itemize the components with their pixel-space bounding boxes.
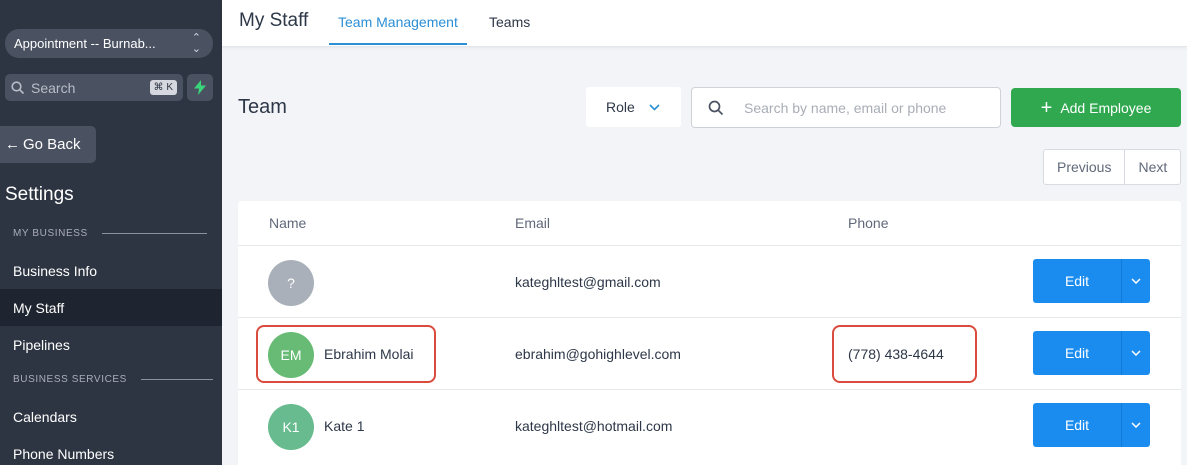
table-row[interactable]: ? kateghltest@gmail.com Edit: [238, 245, 1181, 317]
sidebar-item-phone-numbers[interactable]: Phone Numbers: [0, 435, 222, 465]
page-title: My Staff: [239, 10, 309, 31]
column-header-phone: Phone: [848, 215, 889, 231]
pagination: Previous Next: [1043, 149, 1182, 185]
search-icon: [708, 100, 724, 115]
section-divider: [140, 379, 213, 380]
edit-dropdown-toggle[interactable]: [1121, 259, 1150, 303]
settings-title: Settings: [5, 184, 74, 205]
section-my-business: MY BUSINESS: [13, 228, 207, 239]
sidebar-search[interactable]: Search ⌘ K: [5, 74, 183, 101]
section-business-services-label: BUSINESS SERVICES: [13, 374, 127, 385]
sidebar-item-label: My Staff: [13, 299, 65, 316]
sidebar-item-label: Phone Numbers: [13, 445, 115, 462]
add-employee-label: Add Employee: [1060, 99, 1152, 116]
table-row[interactable]: K1 Kate 1 kateghltest@hotmail.com Edit: [238, 389, 1181, 461]
staff-email: kateghltest@gmail.com: [515, 274, 661, 290]
table-row[interactable]: EM Ebrahim Molai ebrahim@gohighlevel.com…: [238, 317, 1181, 389]
team-search-input[interactable]: [744, 99, 984, 116]
sidebar-item-business-info[interactable]: Business Info: [0, 252, 222, 289]
go-back-label: Go Back: [23, 136, 81, 153]
column-header-email: Email: [515, 215, 551, 231]
name-highlight-annotation: [256, 325, 436, 383]
chevron-down-icon: [1131, 350, 1141, 356]
avatar-initials: K1: [282, 419, 300, 435]
sidebar-search-placeholder: Search: [31, 79, 76, 96]
sidebar-item-label: Pipelines: [13, 336, 70, 353]
chevron-down-icon: [1131, 422, 1141, 428]
staff-table: Name Email Phone ? kateghltest@gmail.com…: [238, 201, 1181, 465]
staff-name: Kate 1: [324, 418, 365, 434]
edit-button-group: Edit: [1033, 331, 1150, 375]
role-filter-dropdown[interactable]: Role: [586, 87, 681, 127]
avatar: K1: [268, 404, 314, 450]
sidebar-item-label: Calendars: [13, 408, 77, 425]
edit-dropdown-toggle[interactable]: [1121, 331, 1150, 375]
sidebar-item-my-staff[interactable]: My Staff: [0, 289, 222, 326]
lightning-icon: [194, 80, 206, 95]
chevron-up-down-icon: ⌃ ⌄: [191, 31, 201, 55]
role-filter-label: Role: [606, 99, 635, 115]
section-business-services: BUSINESS SERVICES: [13, 374, 213, 385]
team-search-field[interactable]: [691, 87, 1001, 128]
location-select-label: Appointment -- Burnab...: [14, 36, 156, 51]
edit-button[interactable]: Edit: [1033, 331, 1121, 375]
sidebar-item-calendars[interactable]: Calendars: [0, 398, 222, 435]
edit-dropdown-toggle[interactable]: [1121, 403, 1150, 447]
shortcut-badge: ⌘ K: [149, 80, 177, 95]
column-header-name: Name: [269, 215, 307, 231]
sidebar-item-label: Business Info: [13, 262, 98, 279]
team-heading: Team: [238, 96, 287, 118]
go-back-button[interactable]: ← Go Back: [0, 126, 96, 163]
section-my-business-label: MY BUSINESS: [13, 228, 88, 239]
chevron-down-icon: [649, 103, 660, 111]
arrow-left-icon: ←: [5, 136, 20, 153]
edit-button[interactable]: Edit: [1033, 403, 1121, 447]
phone-highlight-annotation: [832, 325, 977, 383]
next-page-button[interactable]: Next: [1124, 150, 1180, 184]
section-divider: [101, 233, 207, 234]
staff-email: kateghltest@hotmail.com: [515, 418, 673, 434]
edit-button-group: Edit: [1033, 403, 1150, 447]
edit-button-group: Edit: [1033, 259, 1150, 303]
edit-button[interactable]: Edit: [1033, 259, 1121, 303]
avatar: ?: [268, 260, 314, 306]
sidebar-item-pipelines[interactable]: Pipelines: [0, 326, 222, 363]
top-bar: My Staff Team Management Teams: [222, 0, 1187, 47]
plus-icon: +: [1040, 96, 1053, 119]
search-icon: [11, 80, 25, 94]
avatar-initials: ?: [287, 275, 295, 291]
tab-teams[interactable]: Teams: [489, 14, 530, 30]
staff-email: ebrahim@gohighlevel.com: [515, 346, 681, 362]
previous-page-button[interactable]: Previous: [1044, 150, 1124, 184]
location-select[interactable]: Appointment -- Burnab... ⌃ ⌄: [5, 29, 213, 58]
tab-team-management[interactable]: Team Management: [329, 14, 467, 45]
sidebar: Appointment -- Burnab... ⌃ ⌄ Search ⌘ K ←…: [0, 0, 222, 465]
quick-actions-button[interactable]: [187, 74, 213, 101]
add-employee-button[interactable]: + Add Employee: [1011, 88, 1181, 127]
chevron-down-icon: [1131, 278, 1141, 284]
